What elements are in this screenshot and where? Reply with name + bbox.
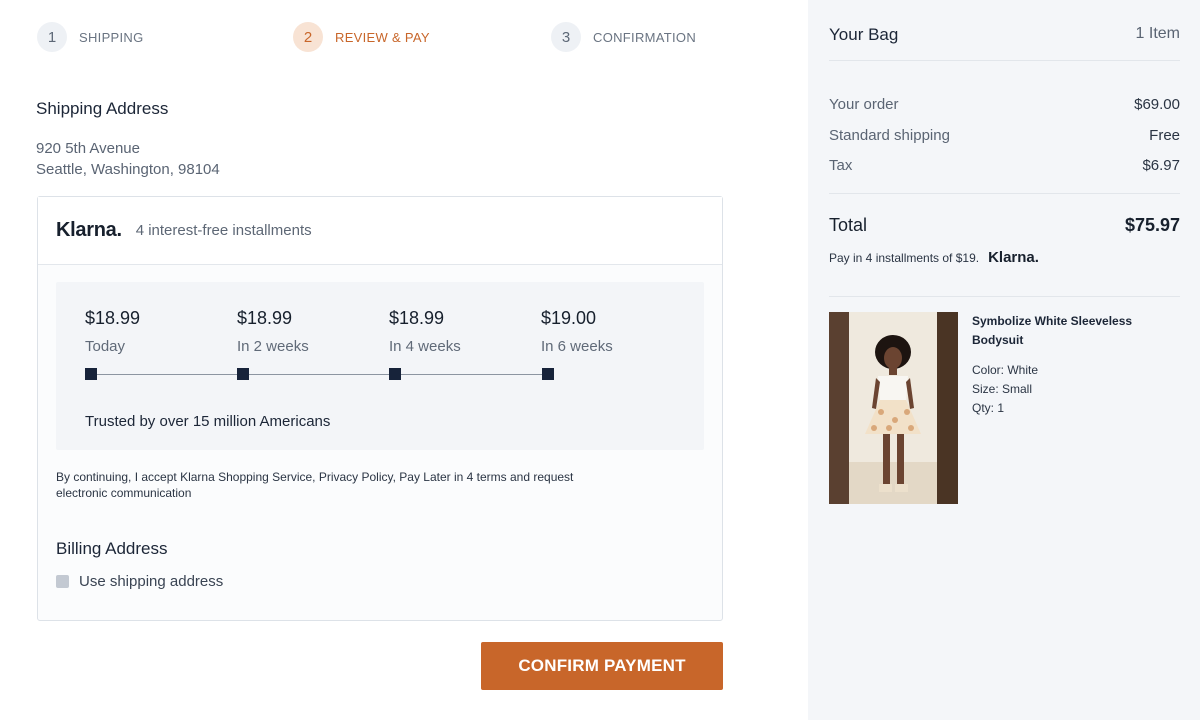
trusted-text: Trusted by over 15 million Americans <box>85 413 331 430</box>
installment-amount: $18.99 <box>85 308 141 328</box>
installment-amount: $19.00 <box>541 308 597 328</box>
divider <box>829 296 1180 297</box>
bag-title: Your Bag <box>829 25 899 44</box>
step-review-pay[interactable]: 2 REVIEW & PAY <box>293 22 430 52</box>
klarna-card-header: Klarna. 4 interest-free installments <box>38 197 722 265</box>
step-number: 2 <box>293 22 323 52</box>
klarna-terms: By continuing, I accept Klarna Shopping … <box>56 470 574 500</box>
klarna-logo-small: Klarna. <box>988 249 1039 266</box>
checkout-steps: 1 SHIPPING 2 REVIEW & PAY 3 CONFIRMATION <box>37 22 737 52</box>
total-value: $75.97 <box>1124 215 1180 235</box>
summary-value: $69.00 <box>1134 96 1180 113</box>
timeline-marker <box>237 368 249 380</box>
checkout-main: 1 SHIPPING 2 REVIEW & PAY 3 CONFIRMATION… <box>0 0 808 720</box>
timeline-marker <box>85 368 97 380</box>
installment-when: Today <box>85 338 126 355</box>
total-label: Total <box>829 215 868 235</box>
summary-row-order: Your order $69.00 <box>829 96 1180 113</box>
summary-row-tax: Tax $6.97 <box>829 157 1180 174</box>
divider <box>829 60 1180 61</box>
step-label: REVIEW & PAY <box>335 29 430 45</box>
summary-value: $6.97 <box>1142 157 1180 174</box>
installment-when: In 6 weeks <box>541 338 613 355</box>
timeline-marker <box>542 368 554 380</box>
address-line-2: Seattle, Washington, 98104 <box>36 161 220 178</box>
bag-item-count: 1 Item <box>1135 25 1180 42</box>
installment-schedule: $18.99 Today $18.99 In 2 weeks $18.99 In… <box>56 282 704 450</box>
installment-when: In 4 weeks <box>389 338 461 355</box>
product-color: Color: White <box>972 363 1039 377</box>
timeline-line <box>91 374 547 375</box>
shipping-address: 920 5th Avenue Seattle, Washington, 9810… <box>36 138 220 180</box>
klarna-logo: Klarna. <box>56 219 122 241</box>
checkbox-label: Use shipping address <box>79 573 224 590</box>
step-number: 1 <box>37 22 67 52</box>
confirm-payment-button[interactable]: CONFIRM PAYMENT <box>481 642 723 690</box>
product-qty: Qty: 1 <box>972 401 1005 415</box>
shipping-address-heading: Shipping Address <box>36 99 169 118</box>
product-name[interactable]: Symbolize White Sleeveless Bodysuit <box>972 312 1172 350</box>
product-image[interactable] <box>829 312 958 504</box>
use-shipping-address-checkbox[interactable]: Use shipping address <box>56 573 223 590</box>
klarna-subtitle: 4 interest-free installments <box>135 222 312 239</box>
klarna-pay-note: Pay in 4 installments of $19. Klarna. <box>829 249 1039 266</box>
installment-amount: $18.99 <box>389 308 445 328</box>
product-info: Symbolize White Sleeveless Bodysuit Colo… <box>972 312 1172 418</box>
divider <box>829 193 1180 194</box>
checkbox-box[interactable] <box>56 575 69 588</box>
installment-amount: $18.99 <box>237 308 293 328</box>
installment-when: In 2 weeks <box>237 338 309 355</box>
summary-row-shipping: Standard shipping Free <box>829 127 1180 144</box>
summary-label: Your order <box>829 96 899 113</box>
timeline-marker <box>389 368 401 380</box>
summary-total: Total $75.97 <box>829 215 1180 236</box>
installment-3: $18.99 In 4 weeks <box>389 308 461 355</box>
billing-address-heading: Billing Address <box>56 539 168 558</box>
step-number: 3 <box>551 22 581 52</box>
step-shipping[interactable]: 1 SHIPPING <box>37 22 144 52</box>
summary-label: Tax <box>829 157 853 174</box>
address-line-1: 920 5th Avenue <box>36 140 140 157</box>
summary-value: Free <box>1149 127 1180 144</box>
installment-1: $18.99 Today <box>85 308 140 355</box>
klarna-payment-card: Klarna. 4 interest-free installments $18… <box>37 196 723 621</box>
pay-note-text: Pay in 4 installments of $19. <box>829 250 980 265</box>
summary-label: Standard shipping <box>829 127 950 144</box>
step-label: SHIPPING <box>79 29 144 45</box>
order-summary: Your Bag 1 Item Your order $69.00 Standa… <box>808 0 1200 720</box>
step-label: CONFIRMATION <box>593 29 697 45</box>
product-size: Size: Small <box>972 382 1033 396</box>
installment-2: $18.99 In 2 weeks <box>237 308 309 355</box>
step-confirmation[interactable]: 3 CONFIRMATION <box>551 22 696 52</box>
installment-4: $19.00 In 6 weeks <box>541 308 613 355</box>
